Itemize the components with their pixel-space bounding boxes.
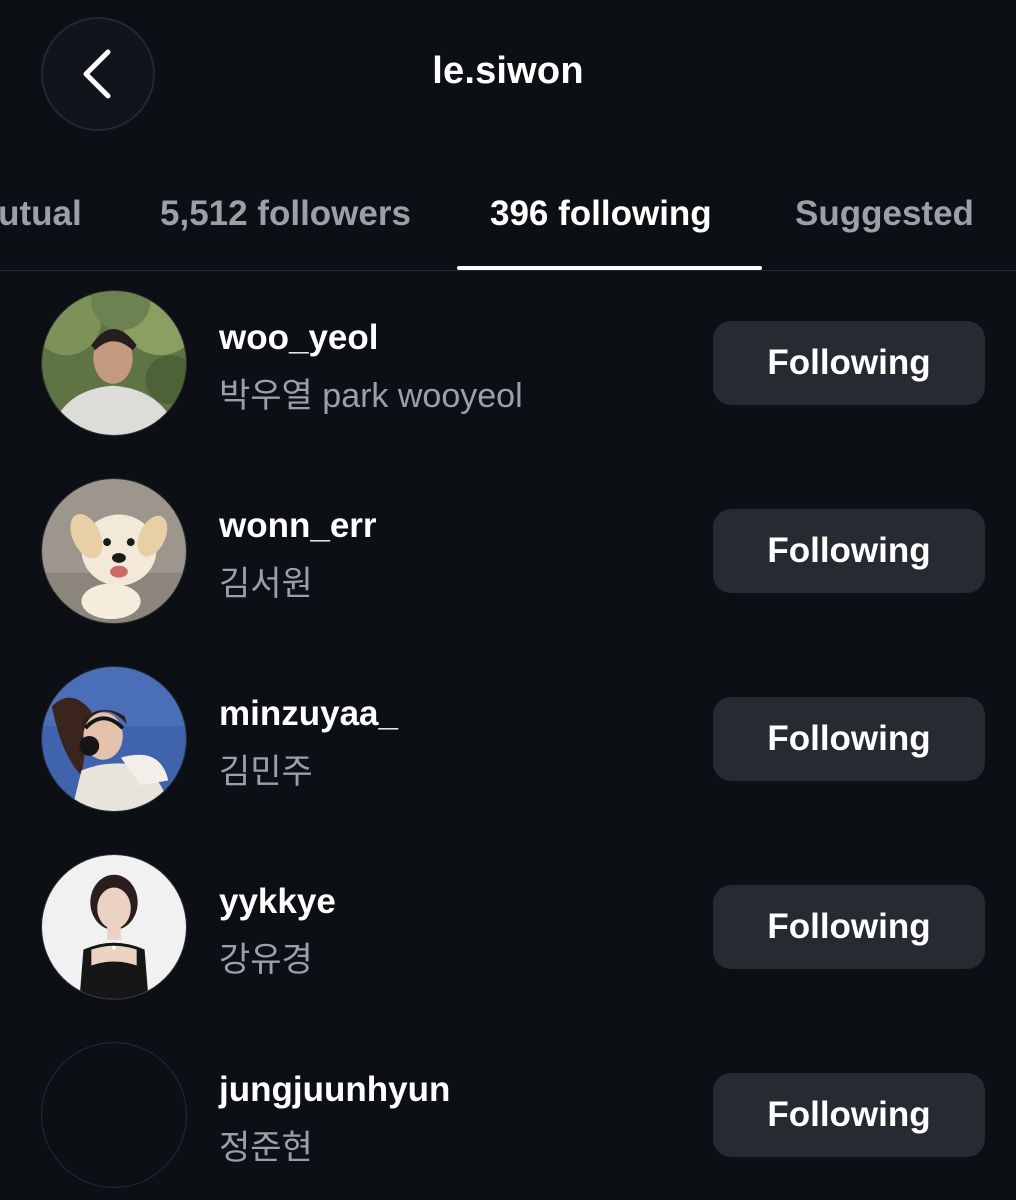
- page-title: le.siwon: [432, 50, 584, 92]
- following-button[interactable]: Following: [713, 885, 985, 969]
- following-button[interactable]: Following: [713, 697, 985, 781]
- username[interactable]: minzuyaa_: [219, 694, 398, 734]
- full-name: 박우열 park wooyeol: [219, 377, 523, 415]
- active-tab-indicator: [457, 266, 762, 270]
- tab-followers[interactable]: 5,512 followers: [160, 192, 411, 236]
- list-item[interactable]: jungjuunhyun 정준현 Following: [0, 1042, 1016, 1200]
- avatar[interactable]: [41, 1042, 187, 1188]
- full-name: 김서원: [219, 565, 313, 603]
- full-name: 김민주: [219, 753, 313, 791]
- avatar[interactable]: [41, 666, 187, 812]
- tab-suggested[interactable]: Suggested: [795, 192, 974, 236]
- full-name: 강유경: [219, 941, 313, 979]
- full-name: 정준현: [219, 1129, 313, 1167]
- tab-following[interactable]: 396 following: [490, 192, 712, 236]
- avatar[interactable]: [41, 290, 187, 436]
- avatar-photo: [42, 855, 186, 999]
- following-button[interactable]: Following: [713, 509, 985, 593]
- avatar[interactable]: [41, 854, 187, 1000]
- username[interactable]: yykkye: [219, 882, 336, 922]
- following-list-screen: le.siwon mutual 5,512 followers 396 foll…: [0, 0, 1016, 1200]
- avatar-photo: [42, 667, 186, 811]
- following-button[interactable]: Following: [713, 321, 985, 405]
- list-item[interactable]: yykkye 강유경 Following: [0, 854, 1016, 1042]
- tab-mutual[interactable]: mutual: [0, 192, 82, 236]
- username[interactable]: wonn_err: [219, 506, 377, 546]
- following-button[interactable]: Following: [713, 1073, 985, 1157]
- avatar[interactable]: [41, 478, 187, 624]
- avatar-photo: [42, 291, 186, 435]
- avatar-photo: [42, 479, 186, 623]
- tab-bar: mutual 5,512 followers 396 following Sug…: [0, 160, 1016, 271]
- list-item[interactable]: wonn_err 김서원 Following: [0, 478, 1016, 666]
- list-item[interactable]: minzuyaa_ 김민주 Following: [0, 666, 1016, 854]
- username[interactable]: woo_yeol: [219, 318, 378, 358]
- list-item[interactable]: woo_yeol 박우열 park wooyeol Following: [0, 290, 1016, 478]
- username[interactable]: jungjuunhyun: [219, 1070, 450, 1110]
